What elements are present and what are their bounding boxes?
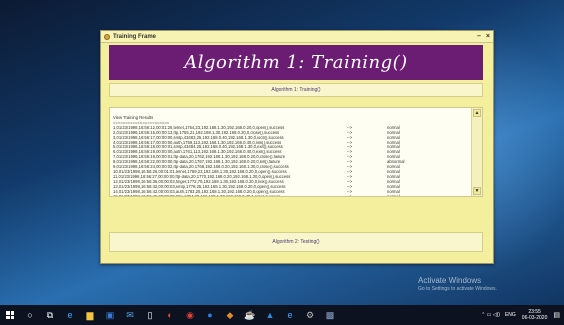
taskbar-apps: ○ ⧉ e ▆ ▣ ✉ ▯ ◐ ◉ ● ◆ ☕ ▲ e ⚙ ▩ — [20, 308, 340, 322]
result-label: normal — [387, 193, 400, 197]
media-icon[interactable]: ● — [203, 308, 217, 322]
start-button[interactable] — [0, 305, 20, 325]
result-arrow: --> — [347, 193, 353, 197]
chrome-icon[interactable]: ◉ — [183, 308, 197, 322]
notifications-icon[interactable]: ▤ — [553, 311, 560, 319]
results-rows: 1,01/23/1998,16:56:12,00:01:26,telnet,17… — [113, 125, 466, 197]
store-icon[interactable]: ▣ — [103, 308, 117, 322]
title-bar[interactable]: Training Frame – × — [101, 31, 493, 43]
scroll-up-icon[interactable]: ▲ — [473, 109, 481, 117]
clock[interactable]: 23:55 06-03-2020 — [522, 309, 548, 321]
testing-button[interactable]: Algorithm 2: Testing() — [109, 232, 483, 252]
java-icon[interactable]: ☕ — [243, 308, 257, 322]
vertical-scrollbar[interactable]: ▲ ▼ — [471, 108, 482, 196]
document-icon[interactable]: ▯ — [143, 308, 157, 322]
edge-icon[interactable]: e — [63, 308, 77, 322]
explorer-icon[interactable]: ▆ — [83, 308, 97, 322]
office-icon[interactable]: ◐ — [163, 308, 177, 322]
search-icon[interactable]: ○ — [23, 308, 37, 322]
paint-icon[interactable]: ◆ — [223, 308, 237, 322]
app-icon[interactable]: ▩ — [323, 308, 337, 322]
results-text: View Training Results ==================… — [113, 115, 466, 197]
settings-icon[interactable]: ⚙ — [303, 308, 317, 322]
algorithm-banner: Algorithm 1: Training() — [109, 45, 483, 80]
task-view-icon[interactable]: ⧉ — [43, 308, 57, 322]
training-frame-window: Training Frame – × Algorithm 1: Training… — [100, 30, 494, 264]
taskbar: ○ ⧉ e ▆ ▣ ✉ ▯ ◐ ◉ ● ◆ ☕ ▲ e ⚙ ▩ ⌃ ▭ ◁)) ENG 23:55 06-03… — [0, 305, 564, 325]
java-app-icon — [104, 33, 110, 40]
system-tray: ⌃ ▭ ◁)) ENG 23:55 06-03-2020 ▤ — [481, 309, 564, 321]
mail-icon[interactable]: ✉ — [123, 308, 137, 322]
training-results-area[interactable]: View Training Results ==================… — [109, 107, 483, 197]
window-title: Training Frame — [113, 33, 157, 40]
minimize-icon[interactable]: – — [477, 33, 481, 40]
tray-icons[interactable]: ⌃ ▭ ◁)) — [481, 312, 500, 318]
result-row: 15,01/23/1998,16:56:45,00:00:00,http,178… — [113, 193, 466, 197]
edge2-icon[interactable]: e — [283, 308, 297, 322]
language-indicator[interactable]: ENG — [505, 312, 516, 318]
windows-logo-icon — [6, 311, 14, 319]
result-record: 15,01/23/1998,16:56:45,00:00:00,http,178… — [113, 194, 281, 197]
training-button[interactable]: Algorithm 1: Training() — [109, 83, 483, 97]
activation-watermark: Activate Windows Go to Settings to activ… — [418, 276, 497, 292]
scroll-down-icon[interactable]: ▼ — [473, 187, 481, 195]
photos-icon[interactable]: ▲ — [263, 308, 277, 322]
watermark-title: Activate Windows — [418, 276, 482, 285]
watermark-subtitle: Go to Settings to activate Windows. — [418, 286, 497, 292]
clock-date: 06-03-2020 — [521, 315, 548, 321]
close-icon[interactable]: × — [486, 33, 490, 40]
